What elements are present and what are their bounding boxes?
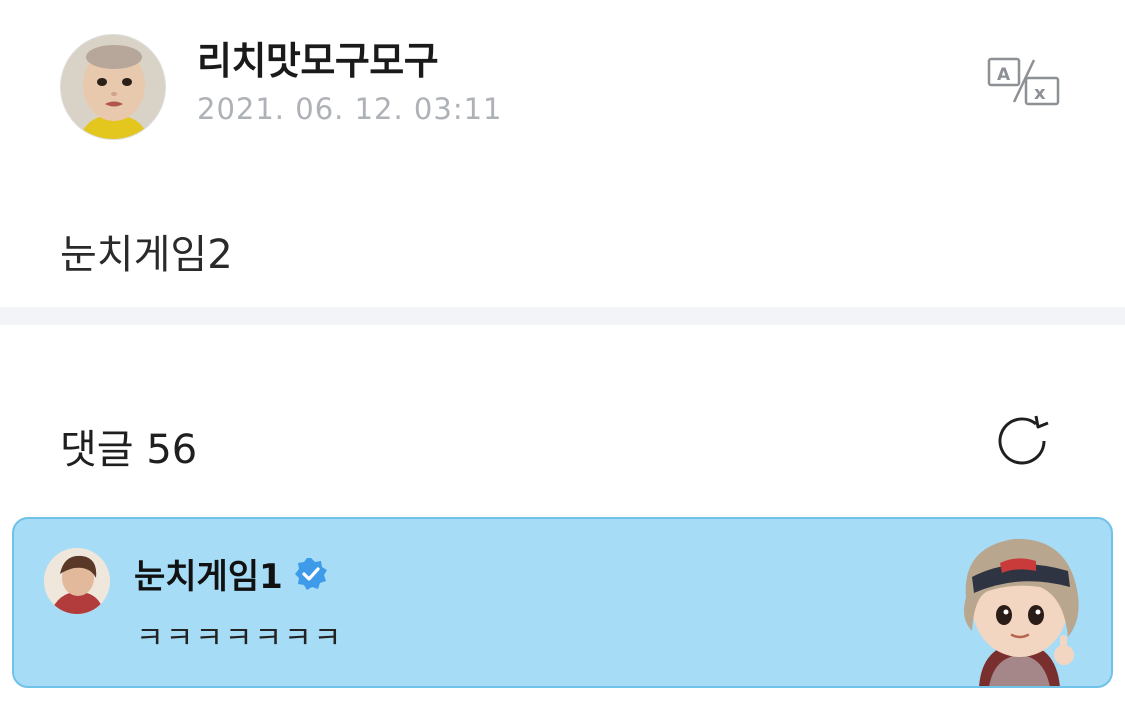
comment-author-label: 눈치게임1 — [134, 557, 283, 597]
comments-count-title: 댓글 56 — [60, 427, 198, 473]
svg-text:x: x — [1034, 83, 1046, 104]
refresh-button[interactable] — [992, 410, 1054, 472]
verified-badge-icon — [293, 556, 329, 592]
author-avatar[interactable] — [60, 34, 166, 140]
author-name[interactable]: 리치맛모구모구 — [197, 30, 439, 85]
comment-item[interactable]: 눈치게임1 ㅋㅋㅋㅋㅋㅋㅋ — [12, 517, 1113, 688]
post-timestamp: 2021. 06. 12. 03:11 — [197, 92, 503, 126]
section-divider — [0, 307, 1125, 325]
comments-header: 댓글 56 — [0, 325, 1125, 515]
comment-author-name[interactable]: 눈치게임1 — [134, 549, 329, 598]
post-header: 리치맛모구모구 2021. 06. 12. 03:11 A x — [0, 0, 1125, 170]
character-sticker — [944, 527, 1094, 686]
post-body-text: 눈치게임2 — [60, 232, 233, 278]
comment-text: ㅋㅋㅋㅋㅋㅋㅋ — [136, 621, 344, 656]
svg-text:A: A — [997, 65, 1011, 85]
translate-icon: A x — [987, 57, 1060, 106]
refresh-icon — [998, 415, 1049, 465]
comment-author-avatar[interactable] — [44, 548, 110, 614]
translate-button[interactable]: A x — [986, 54, 1062, 110]
